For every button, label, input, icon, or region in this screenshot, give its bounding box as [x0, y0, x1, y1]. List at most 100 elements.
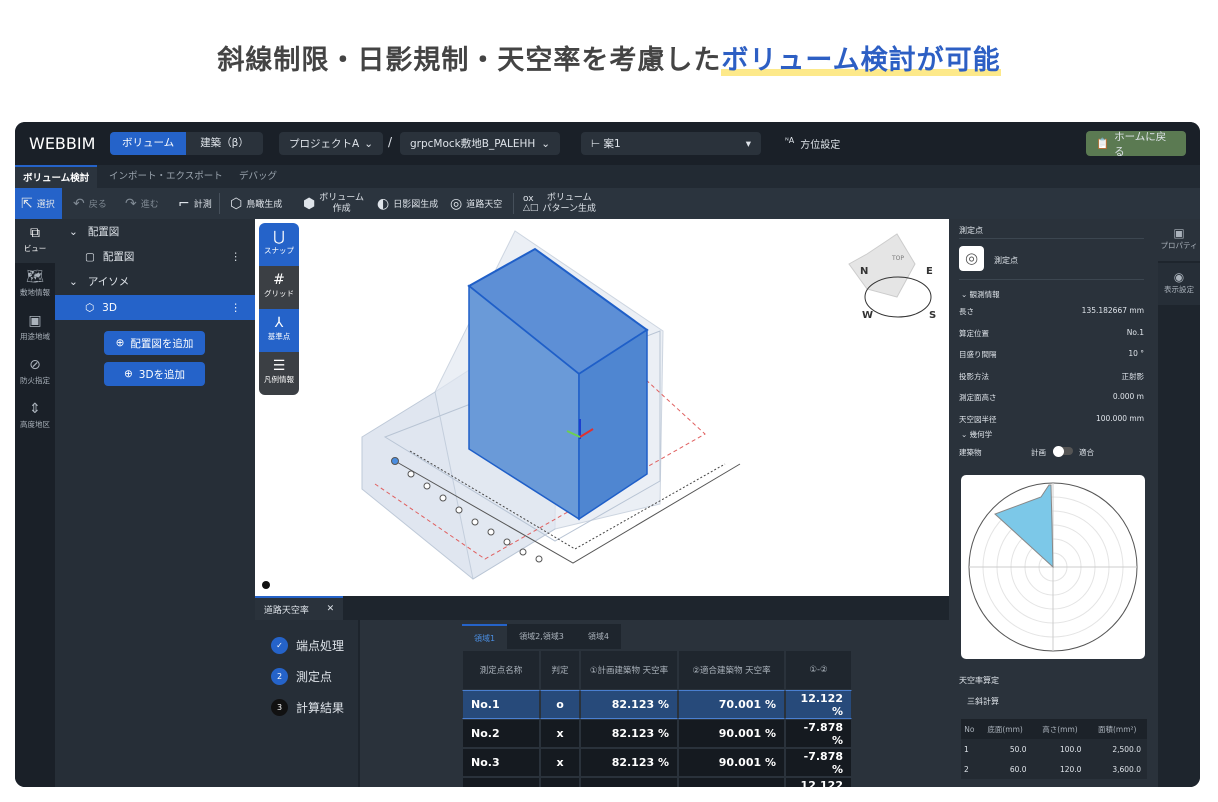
section-geometry[interactable]: ⌄ 幾何学	[961, 429, 992, 440]
chevron-down-icon: ⌄	[69, 275, 78, 288]
measure-button[interactable]: ⌐ 計測	[178, 188, 212, 219]
step-label: 端点処理	[296, 639, 345, 653]
tab-debug[interactable]: デバッグ	[231, 165, 285, 188]
compass-w: W	[862, 310, 874, 321]
toggle-left-label: 計画	[1031, 448, 1046, 457]
origin-tool[interactable]: ⅄ 基準点	[259, 309, 299, 352]
grid-icon: #	[273, 272, 285, 288]
box-icon: ⬡	[230, 195, 243, 212]
select-tool[interactable]: ⇱ 選択	[15, 188, 62, 219]
tab-road-sky[interactable]: 道路天空率 ✕	[255, 596, 343, 620]
table-row[interactable]: No.2 x 82.123 % 90.001 % -7.878 %	[462, 719, 852, 748]
add-3d-label: 3Dを追加	[138, 368, 186, 381]
bird-view-button[interactable]: ⬡ 鳥瞰生成	[230, 188, 282, 219]
cube-icon: ⬡	[85, 301, 95, 314]
tree-label: 3D	[102, 301, 117, 314]
prop-label: 算定位置	[959, 329, 989, 338]
cell-judge: o	[540, 690, 580, 719]
step-result[interactable]: 3 計算結果	[271, 699, 344, 716]
tab-import-export[interactable]: インポート・エクスポート	[101, 165, 231, 188]
properties-panel: 測定点 ◎ 測定点 ⌄ 観測情報 長さ 135.182667 mm 算定位置 No.…	[949, 219, 1158, 787]
shadow-button[interactable]: ◐ 日影図生成	[377, 188, 438, 219]
3d-viewport[interactable]: TOP N E S W ⋃ スナップ # グリッド ⅄ 基準点 ☰ 凡例情報	[255, 219, 949, 596]
cell-conform: 90.001 %	[678, 748, 785, 777]
snap-tool[interactable]: ⋃ スナップ	[259, 223, 299, 266]
app-window: WEBBIM ボリューム 建築（β） プロジェクトA ⌄ / grpcMock敷地…	[15, 122, 1200, 787]
rail-label: 表示設定	[1164, 285, 1194, 294]
step-endpoint[interactable]: ✓ 端点処理	[271, 637, 344, 654]
region-tab-1[interactable]: 領域1	[462, 624, 508, 649]
tree-group-layout[interactable]: ⌄ 配置図	[55, 219, 255, 244]
add-layout-button[interactable]: ⊕ 配置図を追加	[104, 331, 205, 355]
table-row[interactable]: No.1 o 82.123 % 70.001 % 12.122 %	[462, 690, 852, 719]
building-toggle[interactable]	[1053, 445, 1073, 457]
more-icon[interactable]: ⋮	[231, 302, 242, 314]
headline: 斜線制限・日影規制・天空率を考慮したボリューム検討が可能	[0, 38, 1218, 77]
cell-judge: x	[540, 748, 580, 777]
plan-icon: ⊢	[591, 138, 604, 150]
square-icon: ▢	[85, 250, 95, 263]
main-tabs: ボリューム検討 インポート・エクスポート デバッグ	[15, 165, 1200, 188]
magnet-icon: ⋃	[273, 229, 285, 245]
rail-site[interactable]: 🗺 敷地情報	[15, 263, 55, 307]
logo: WEBBIM	[29, 134, 96, 153]
mode-tab-volume[interactable]: ボリューム	[110, 132, 187, 155]
rail-fire[interactable]: ⊘ 防火指定	[15, 351, 55, 395]
region-tab-4[interactable]: 領域4	[576, 624, 621, 649]
legend-tool[interactable]: ☰ 凡例情報	[259, 352, 299, 395]
undo-button[interactable]: ↶ 戻る	[73, 188, 107, 219]
add-3d-button[interactable]: ⊕ 3Dを追加	[104, 362, 205, 386]
prop-value: No.1	[1126, 328, 1144, 337]
site-select[interactable]: grpcMock敷地B_PALEHH ⌄	[400, 132, 560, 155]
tree-item-layout[interactable]: ▢ 配置図 ⋮	[55, 244, 255, 269]
cell-conform: 90.001 %	[678, 719, 785, 748]
redo-icon: ↷	[125, 195, 137, 212]
region-tab-2-3[interactable]: 領域2,領域3	[507, 624, 576, 649]
calc-subtitle: 三斜計算	[967, 697, 999, 706]
table-row[interactable]: No.3 x 82.123 % 90.001 % -7.878 %	[462, 748, 852, 777]
rail-label: 用途地域	[20, 332, 50, 341]
plan-select[interactable]: ⊢ 案1 ▾	[581, 132, 761, 155]
rail-display-settings[interactable]: ◉ 表示設定	[1158, 263, 1200, 305]
left-rail: ⧉ ビュー 🗺 敷地情報 ▣ 用途地域 ⊘ 防火指定 ⇕ 高度地区	[15, 219, 55, 787]
grid-tool[interactable]: # グリッド	[259, 266, 299, 309]
rail-zoning[interactable]: ▣ 用途地域	[15, 307, 55, 351]
mode-tab-architecture[interactable]: 建築（β）	[186, 132, 263, 155]
close-icon[interactable]: ✕	[327, 604, 335, 614]
road-sky-label: 道路天空	[466, 200, 503, 210]
column-header: 底面(mm)	[977, 719, 1033, 739]
cell: 100.0	[1032, 739, 1088, 759]
pattern-button[interactable]: ox △□ ボリューム パターン生成	[523, 188, 596, 219]
fire-icon: ⊘	[29, 357, 41, 373]
volume-create-button[interactable]: ⬢ ボリューム 作成	[303, 188, 364, 219]
tool-label: グリッド	[264, 289, 294, 298]
tab-volume-study[interactable]: ボリューム検討	[15, 165, 98, 188]
prop-value: 10 °	[1128, 349, 1144, 358]
tree-label: 配置図	[102, 251, 135, 263]
toggle-right-label: 適合	[1079, 448, 1094, 457]
project-select[interactable]: プロジェクトA ⌄	[279, 132, 383, 155]
column-header: 測定点名称	[462, 650, 540, 690]
table-row[interactable]: No.4 82.123 %70.001 %12.122 %	[462, 777, 852, 787]
orientation-button[interactable]: ᴺA 方位設定	[785, 136, 840, 151]
step-label: 測定点	[296, 670, 333, 684]
prop-label: 投影方法	[959, 372, 989, 381]
rail-view[interactable]: ⧉ ビュー	[15, 219, 55, 263]
section-label: 観測情報	[969, 290, 1000, 299]
step-measure-point[interactable]: 2 測定点	[271, 668, 332, 685]
redo-button[interactable]: ↷ 進む	[125, 188, 159, 219]
cell-diff: 12.122 %	[785, 690, 852, 719]
section-observation[interactable]: ⌄ 観測情報	[961, 289, 1000, 300]
info-icon[interactable]	[262, 581, 270, 589]
sky-icon: ◎	[450, 195, 463, 212]
more-icon[interactable]: ⋮	[231, 251, 242, 263]
tree-item-3d[interactable]: ⬡ 3D ⋮	[55, 295, 255, 320]
tree-group-iso[interactable]: ⌄ アイソメ	[55, 269, 255, 294]
rail-properties[interactable]: ▣ プロパティ	[1158, 219, 1200, 261]
prop-row: 算定位置 No.1	[959, 328, 1144, 339]
road-sky-button[interactable]: ◎ 道路天空	[450, 188, 502, 219]
rail-height[interactable]: ⇕ 高度地区	[15, 395, 55, 439]
home-button[interactable]: 📋 ホームに戻る	[1086, 131, 1186, 158]
rail-label: プロパティ	[1160, 241, 1198, 250]
cell-plan: 82.123 %	[580, 719, 678, 748]
